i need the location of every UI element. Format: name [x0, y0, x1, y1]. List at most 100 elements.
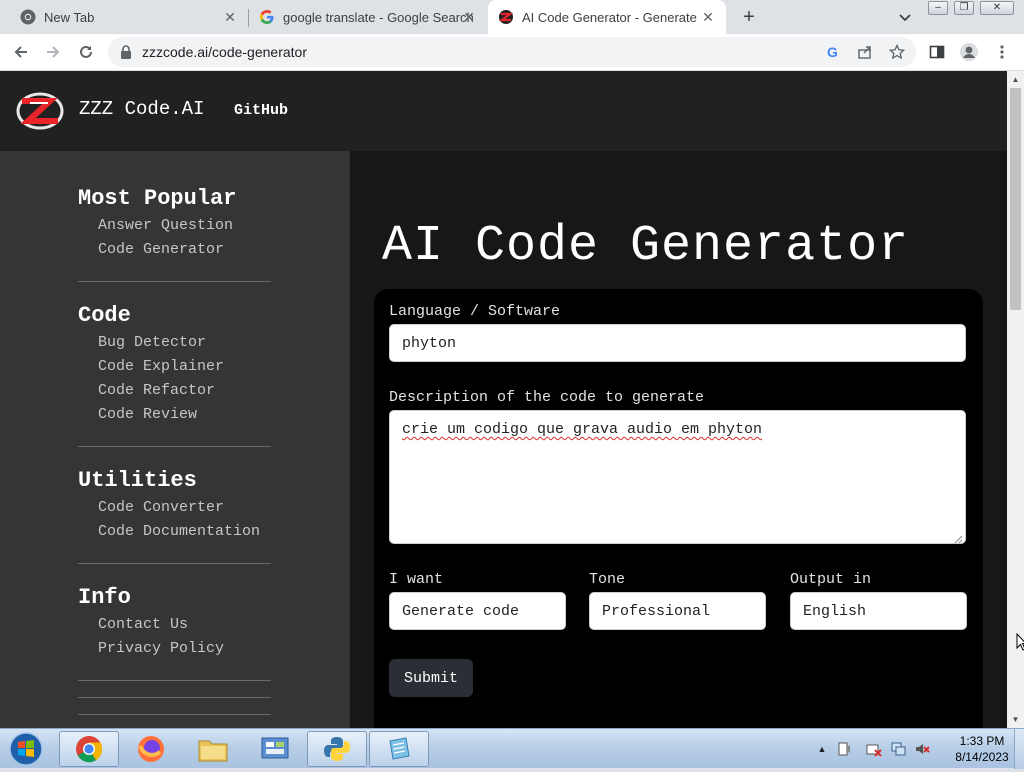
side-panel-icon[interactable] [927, 42, 947, 62]
browser-toolbar: zzzcode.ai/code-generator G [0, 34, 1024, 71]
folder-icon [198, 740, 228, 762]
i-want-select[interactable]: Generate code [389, 592, 566, 630]
tab-google-search[interactable]: google translate - Google Search ✕ [249, 0, 487, 34]
svg-text:G: G [827, 44, 838, 60]
scroll-down-arrow-icon[interactable]: ▼ [1007, 711, 1024, 728]
main-content: AI Code Generator Language / Software ph… [351, 151, 1007, 728]
sidebar-divider [78, 446, 271, 447]
taskbar-notepad-button[interactable] [369, 731, 429, 767]
new-tab-button[interactable]: + [738, 6, 760, 28]
restore-window-button[interactable]: ❐ [954, 1, 974, 15]
tab-title: New Tab [44, 9, 95, 25]
taskbar-python-button[interactable] [307, 731, 367, 767]
clock-date[interactable]: 8/14/2023 [952, 750, 1012, 764]
taskbar-chrome-button[interactable] [59, 731, 119, 767]
show-desktop-button[interactable] [1014, 729, 1024, 769]
chrome-icon [20, 9, 36, 25]
sidebar-section-code: Code Bug Detector Code Explainer Code Re… [78, 301, 271, 427]
power-icon[interactable] [866, 741, 882, 757]
i-want-label: I want [389, 571, 444, 588]
output-select-value: English [803, 602, 867, 620]
taskbar-control-panel-button[interactable] [245, 731, 305, 767]
description-textarea-value: crie um codigo que grava audio em phyton [402, 421, 763, 438]
tab-search-chevron-icon[interactable] [896, 8, 914, 26]
close-window-button[interactable]: ✕ [980, 1, 1014, 15]
github-link[interactable]: GitHub [234, 102, 288, 119]
bookmark-star-icon[interactable] [888, 43, 906, 61]
python-icon [324, 737, 350, 761]
close-tab-icon[interactable]: ✕ [461, 9, 477, 25]
browser-tab-bar: New Tab ✕ google translate - Google Sear… [0, 0, 1024, 34]
output-select[interactable]: English [790, 592, 967, 630]
sidebar-link-contact-us[interactable]: Contact Us [78, 613, 271, 637]
sidebar-nav: Most Popular Answer Question Code Genera… [0, 151, 350, 728]
volume-muted-icon[interactable] [914, 741, 930, 757]
page-viewport: ZZZ Code.AI GitHub Most Popular Answer Q… [0, 71, 1007, 728]
description-textarea[interactable]: crie um codigo que grava audio em phyton [389, 410, 966, 544]
tab-new-tab[interactable]: New Tab ✕ [8, 0, 248, 34]
mouse-cursor-icon [1016, 632, 1024, 651]
sidebar-divider [78, 680, 271, 681]
sidebar-divider [78, 563, 271, 564]
start-button[interactable] [4, 731, 48, 767]
resize-grip-icon[interactable] [954, 532, 963, 544]
tab-ai-code-generator[interactable]: AI Code Generator - Generate Co ✕ [488, 0, 726, 34]
sidebar-link-code-documentation[interactable]: Code Documentation [78, 520, 271, 544]
tone-select-value: Professional [602, 602, 711, 620]
close-tab-icon[interactable]: ✕ [700, 9, 716, 25]
scrollbar-thumb[interactable] [1010, 88, 1021, 310]
taskbar-firefox-button[interactable] [121, 731, 181, 767]
firefox-icon [138, 736, 164, 762]
close-tab-icon[interactable]: ✕ [222, 9, 238, 25]
sidebar-link-answer-question[interactable]: Answer Question [78, 214, 271, 238]
sidebar-link-code-explainer[interactable]: Code Explainer [78, 355, 271, 379]
share-icon[interactable] [856, 43, 874, 61]
page-title: AI Code Generator [382, 218, 910, 275]
i-want-select-value: Generate code [402, 602, 520, 620]
minimize-window-button[interactable]: – [928, 1, 948, 15]
scroll-up-arrow-icon[interactable]: ▲ [1007, 71, 1024, 88]
tab-title: google translate - Google Search [283, 9, 474, 25]
tone-select[interactable]: Professional [589, 592, 766, 630]
back-arrow-icon[interactable] [11, 42, 31, 62]
language-input-value: phyton [402, 334, 457, 352]
network-icon[interactable] [890, 741, 906, 757]
google-lens-icon[interactable]: G [824, 43, 842, 61]
url-text: zzzcode.ai/code-generator [142, 44, 307, 60]
forward-arrow-icon[interactable] [43, 42, 63, 62]
sidebar-link-code-review[interactable]: Code Review [78, 403, 271, 427]
address-bar[interactable]: zzzcode.ai/code-generator G [108, 37, 916, 67]
code-generator-form: Language / Software phyton Description o… [374, 289, 983, 728]
browser-menu-icon[interactable] [992, 42, 1012, 62]
sidebar-heading: Most Popular [78, 186, 237, 211]
tab-title: AI Code Generator - Generate Co [522, 9, 700, 25]
taskbar-explorer-button[interactable] [183, 731, 243, 767]
show-hidden-icons-icon[interactable]: ▲ [814, 741, 830, 757]
submit-button[interactable]: Submit [389, 659, 473, 697]
output-label: Output in [790, 571, 872, 588]
system-tray: ▲ 1:33 PM 8/14/2023 [812, 729, 1024, 769]
site-name[interactable]: ZZZ Code.AI [79, 98, 204, 120]
sidebar-section-utilities: Utilities Code Converter Code Documentat… [78, 466, 271, 544]
clock-time[interactable]: 1:33 PM [952, 734, 1012, 748]
sidebar-link-bug-detector[interactable]: Bug Detector [78, 331, 271, 355]
sidebar-link-code-converter[interactable]: Code Converter [78, 496, 271, 520]
sidebar-heading: Info [78, 585, 131, 610]
profile-avatar-icon[interactable] [959, 42, 979, 62]
sidebar-link-code-generator[interactable]: Code Generator [78, 238, 271, 262]
language-input[interactable]: phyton [389, 324, 966, 362]
sidebar-link-privacy-policy[interactable]: Privacy Policy [78, 637, 271, 661]
windows-taskbar: ▲ 1:33 PM 8/14/2023 [0, 728, 1024, 769]
sidebar-divider [78, 281, 271, 282]
sidebar-link-code-refactor[interactable]: Code Refactor [78, 379, 271, 403]
notepad-icon [389, 737, 410, 760]
zzz-logo-icon[interactable] [16, 91, 64, 131]
sidebar-heading: Code [78, 303, 131, 328]
reload-icon[interactable] [76, 42, 96, 62]
lock-icon [120, 45, 132, 59]
page-scrollbar[interactable]: ▲ ▼ [1007, 71, 1024, 728]
sidebar-divider [78, 714, 271, 715]
zzz-logo-icon [498, 9, 514, 25]
sidebar-section-most-popular: Most Popular Answer Question Code Genera… [78, 184, 271, 262]
action-center-icon[interactable] [836, 741, 852, 757]
